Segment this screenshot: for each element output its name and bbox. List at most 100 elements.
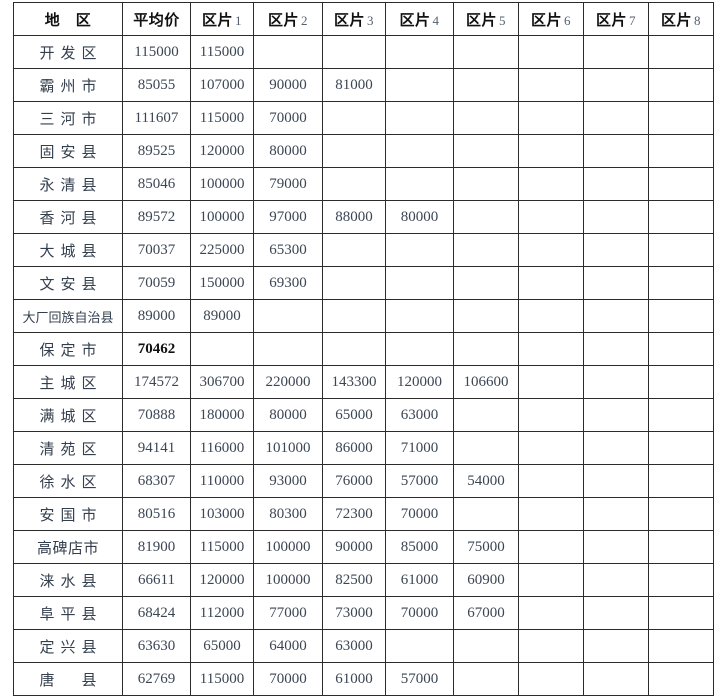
zone-price-cell-1[interactable]: 180000 xyxy=(190,398,254,432)
zone-price-cell-2[interactable]: 69300 xyxy=(253,266,323,300)
region-name-cell[interactable]: 主城区 xyxy=(13,365,123,399)
zone-price-cell-4[interactable] xyxy=(385,101,454,135)
average-price-cell[interactable]: 63630 xyxy=(122,629,191,663)
zone-price-cell-6[interactable] xyxy=(518,299,584,333)
average-price-cell[interactable]: 80516 xyxy=(122,497,191,531)
zone-price-cell-8[interactable] xyxy=(648,68,714,102)
table-row[interactable]: 高碑店市 81900 115000 100000 90000 85000 75000 xyxy=(13,530,714,564)
region-name-cell[interactable]: 阜平县 xyxy=(13,596,123,630)
zone-price-cell-5[interactable] xyxy=(453,398,519,432)
zone-price-cell-1[interactable]: 115000 xyxy=(190,530,254,564)
column-header-3[interactable]: 区片 2 xyxy=(253,2,323,36)
region-name-cell[interactable]: 霸州市 xyxy=(13,68,123,102)
table-row[interactable]: 文安县 70059 150000 69300 xyxy=(13,266,714,300)
zone-price-cell-8[interactable] xyxy=(648,563,714,597)
zone-price-cell-3[interactable]: 81000 xyxy=(322,68,386,102)
zone-price-cell-6[interactable] xyxy=(518,266,584,300)
zone-price-cell-2[interactable]: 70000 xyxy=(253,662,323,696)
zone-price-cell-4[interactable]: 80000 xyxy=(385,200,454,234)
zone-price-cell-6[interactable] xyxy=(518,68,584,102)
zone-price-cell-4[interactable]: 57000 xyxy=(385,662,454,696)
zone-price-cell-4[interactable]: 71000 xyxy=(385,431,454,465)
table-row[interactable]: 保定市 70462 xyxy=(13,332,714,366)
zone-price-cell-4[interactable]: 120000 xyxy=(385,365,454,399)
zone-price-cell-1[interactable]: 110000 xyxy=(190,464,254,498)
zone-price-cell-8[interactable] xyxy=(648,299,714,333)
region-name-cell[interactable]: 唐 县 xyxy=(13,662,123,696)
zone-price-cell-4[interactable]: 57000 xyxy=(385,464,454,498)
zone-price-cell-7[interactable] xyxy=(583,299,649,333)
zone-price-cell-8[interactable] xyxy=(648,101,714,135)
table-row[interactable]: 固安县 89525 120000 80000 xyxy=(13,134,714,168)
zone-price-cell-8[interactable] xyxy=(648,365,714,399)
zone-price-cell-3[interactable] xyxy=(322,167,386,201)
region-name-cell[interactable]: 涞水县 xyxy=(13,563,123,597)
zone-price-cell-2[interactable]: 93000 xyxy=(253,464,323,498)
zone-price-cell-6[interactable] xyxy=(518,167,584,201)
zone-price-cell-1[interactable] xyxy=(190,332,254,366)
zone-price-cell-2[interactable]: 100000 xyxy=(253,563,323,597)
zone-price-cell-8[interactable] xyxy=(648,35,714,69)
zone-price-cell-6[interactable] xyxy=(518,464,584,498)
table-row[interactable]: 徐水区 68307 110000 93000 76000 57000 54000 xyxy=(13,464,714,498)
zone-price-cell-4[interactable] xyxy=(385,68,454,102)
zone-price-cell-1[interactable]: 100000 xyxy=(190,167,254,201)
zone-price-cell-7[interactable] xyxy=(583,596,649,630)
zone-price-cell-7[interactable] xyxy=(583,365,649,399)
zone-price-cell-3[interactable] xyxy=(322,134,386,168)
average-price-cell[interactable]: 85046 xyxy=(122,167,191,201)
region-name-cell[interactable]: 香河县 xyxy=(13,200,123,234)
zone-price-cell-7[interactable] xyxy=(583,398,649,432)
zone-price-cell-6[interactable] xyxy=(518,431,584,465)
zone-price-cell-8[interactable] xyxy=(648,464,714,498)
column-header-0[interactable]: 地 区 xyxy=(13,2,123,36)
zone-price-cell-1[interactable]: 107000 xyxy=(190,68,254,102)
zone-price-cell-3[interactable]: 86000 xyxy=(322,431,386,465)
column-header-2[interactable]: 区片 1 xyxy=(190,2,254,36)
zone-price-cell-7[interactable] xyxy=(583,464,649,498)
zone-price-cell-1[interactable]: 115000 xyxy=(190,101,254,135)
zone-price-cell-3[interactable] xyxy=(322,233,386,267)
zone-price-cell-5[interactable] xyxy=(453,134,519,168)
zone-price-cell-4[interactable] xyxy=(385,233,454,267)
zone-price-cell-6[interactable] xyxy=(518,530,584,564)
zone-price-cell-5[interactable]: 75000 xyxy=(453,530,519,564)
zone-price-cell-5[interactable] xyxy=(453,431,519,465)
table-row[interactable]: 涞水县 66611 120000 100000 82500 61000 60900 xyxy=(13,563,714,597)
zone-price-cell-6[interactable] xyxy=(518,629,584,663)
table-row[interactable]: 霸州市 85055 107000 90000 81000 xyxy=(13,68,714,102)
zone-price-cell-3[interactable]: 143300 xyxy=(322,365,386,399)
zone-price-cell-7[interactable] xyxy=(583,530,649,564)
zone-price-cell-8[interactable] xyxy=(648,266,714,300)
column-header-6[interactable]: 区片 5 xyxy=(453,2,519,36)
table-row[interactable]: 开发区 115000 115000 xyxy=(13,35,714,69)
zone-price-cell-5[interactable] xyxy=(453,629,519,663)
zone-price-cell-3[interactable] xyxy=(322,35,386,69)
zone-price-cell-8[interactable] xyxy=(648,233,714,267)
zone-price-cell-1[interactable]: 116000 xyxy=(190,431,254,465)
zone-price-cell-4[interactable]: 70000 xyxy=(385,497,454,531)
zone-price-cell-7[interactable] xyxy=(583,563,649,597)
zone-price-cell-3[interactable] xyxy=(322,101,386,135)
zone-price-cell-4[interactable] xyxy=(385,167,454,201)
zone-price-cell-2[interactable]: 77000 xyxy=(253,596,323,630)
table-row[interactable]: 香河县 89572 100000 97000 88000 80000 xyxy=(13,200,714,234)
zone-price-cell-7[interactable] xyxy=(583,134,649,168)
region-name-cell[interactable]: 大城县 xyxy=(13,233,123,267)
zone-price-cell-5[interactable] xyxy=(453,167,519,201)
zone-price-cell-7[interactable] xyxy=(583,431,649,465)
zone-price-cell-7[interactable] xyxy=(583,167,649,201)
region-name-cell[interactable]: 永清县 xyxy=(13,167,123,201)
zone-price-cell-4[interactable]: 70000 xyxy=(385,596,454,630)
zone-price-cell-5[interactable] xyxy=(453,299,519,333)
zone-price-cell-5[interactable] xyxy=(453,35,519,69)
zone-price-cell-5[interactable] xyxy=(453,266,519,300)
zone-price-cell-2[interactable]: 64000 xyxy=(253,629,323,663)
zone-price-cell-2[interactable]: 80300 xyxy=(253,497,323,531)
zone-price-cell-7[interactable] xyxy=(583,200,649,234)
zone-price-cell-2[interactable] xyxy=(253,35,323,69)
region-name-cell[interactable]: 安国市 xyxy=(13,497,123,531)
region-name-cell[interactable]: 满城区 xyxy=(13,398,123,432)
zone-price-cell-5[interactable]: 106600 xyxy=(453,365,519,399)
region-name-cell[interactable]: 保定市 xyxy=(13,332,123,366)
